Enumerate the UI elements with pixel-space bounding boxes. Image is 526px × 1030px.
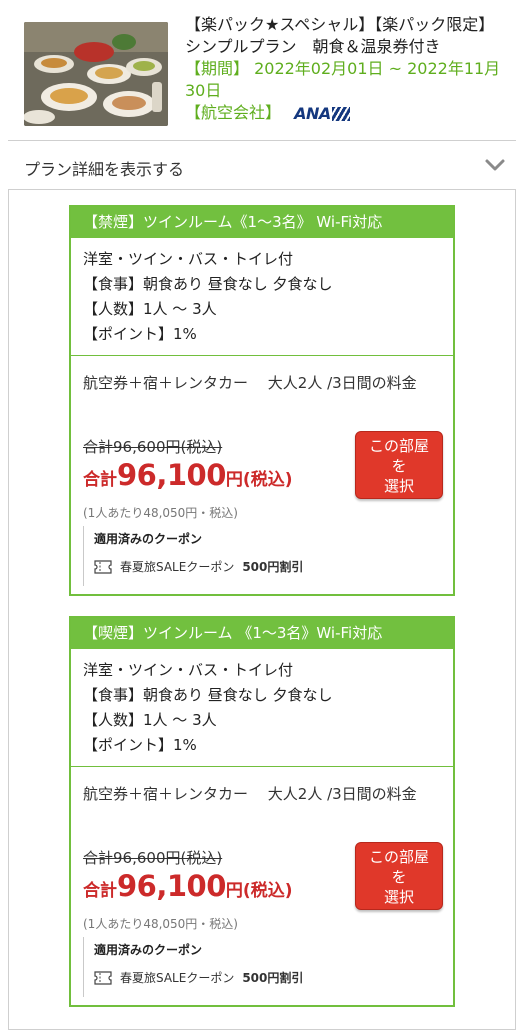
price-suffix: 円(税込) <box>225 881 293 901</box>
room-type: 洋室・ツイン・バス・トイレ付 <box>83 250 294 268</box>
coupon-row: 春夏旅SALEクーポン 500円割引 <box>94 558 443 575</box>
ana-logo-text: ANA <box>294 103 331 123</box>
coupon-title: 適用済みのクーポン <box>94 532 203 546</box>
room-meals: 【食事】朝食あり 昼食なし 夕食なし <box>83 686 333 704</box>
plan-photo[interactable] <box>24 22 168 126</box>
plan-details-toggle[interactable]: プラン詳細を表示する <box>8 140 516 190</box>
plan-title-block: 【楽パック★スペシャル】【楽パック限定】シンプルプラン 朝食＆温泉券付き 【期間… <box>185 14 505 125</box>
ana-stripes-icon <box>331 106 350 121</box>
select-room-button[interactable]: この部屋 を 選択 <box>355 842 443 910</box>
ana-logo: ANA <box>294 103 350 125</box>
chevron-down-icon <box>485 159 505 171</box>
room-info: 洋室・ツイン・バス・トイレ付 【食事】朝食あり 昼食なし 夕食なし 【人数】1人… <box>71 649 453 767</box>
breakfast-buffet-photo <box>24 22 168 126</box>
room-capacity: 【人数】1人 〜 3人 <box>83 711 217 729</box>
ticket-icon <box>94 970 112 985</box>
plan-details-label: プラン詳細を表示する <box>24 160 185 179</box>
room-meals: 【食事】朝食あり 昼食なし 夕食なし <box>83 275 333 293</box>
room-card: 【禁煙】ツインルーム《1〜3名》 Wi-Fi対応 洋室・ツイン・バス・トイレ付 … <box>69 205 455 596</box>
price-value: 96,100 <box>117 458 226 492</box>
price-prefix: 合計 <box>83 881 117 901</box>
room-header: 【禁煙】ツインルーム《1〜3名》 Wi-Fi対応 <box>71 207 453 238</box>
discounted-price: 合計96,100円(税込) <box>83 869 292 903</box>
package-description: 航空券＋宿＋レンタカー 大人2人 /3日間の料金 <box>83 374 417 392</box>
select-button-line: を <box>391 457 407 475</box>
price-area: 航空券＋宿＋レンタカー 大人2人 /3日間の料金 合計96,600円(税込) 合… <box>71 767 453 1005</box>
room-info: 洋室・ツイン・バス・トイレ付 【食事】朝食あり 昼食なし 夕食なし 【人数】1人… <box>71 238 453 356</box>
applied-coupon: 適用済みのクーポン 春夏旅SALEクーポン 500円割引 <box>83 937 443 997</box>
applied-coupon: 適用済みのクーポン 春夏旅SALEクーポン 500円割引 <box>83 526 443 586</box>
coupon-row: 春夏旅SALEクーポン 500円割引 <box>94 969 443 986</box>
room-points: 【ポイント】1% <box>83 736 197 754</box>
price-suffix: 円(税込) <box>225 470 293 490</box>
original-price: 合計96,600円(税込) <box>83 849 223 867</box>
original-price: 合計96,600円(税込) <box>83 438 223 456</box>
price-value: 96,100 <box>117 869 226 903</box>
per-person-price: (1人あたり48,050円・税込) <box>83 917 238 931</box>
coupon-name: 春夏旅SALEクーポン <box>120 560 235 574</box>
select-button-line: 選択 <box>383 888 414 906</box>
ticket-icon <box>94 559 112 574</box>
room-type: 洋室・ツイン・バス・トイレ付 <box>83 661 294 679</box>
select-button-line: この部屋 <box>368 848 429 866</box>
room-card: 【喫煙】ツインルーム 《1〜3名》Wi-Fi対応 洋室・ツイン・バス・トイレ付 … <box>69 616 455 1007</box>
room-header: 【喫煙】ツインルーム 《1〜3名》Wi-Fi対応 <box>71 618 453 649</box>
select-room-button[interactable]: この部屋 を 選択 <box>355 431 443 499</box>
airline-row: 【航空会社】 ANA <box>185 102 505 125</box>
select-button-line: この部屋 <box>368 437 429 455</box>
airline-label: 【航空会社】 <box>185 103 282 122</box>
select-button-line: 選択 <box>383 477 414 495</box>
room-capacity: 【人数】1人 〜 3人 <box>83 300 217 318</box>
per-person-price: (1人あたり48,050円・税込) <box>83 506 238 520</box>
discounted-price: 合計96,100円(税込) <box>83 458 292 492</box>
plan-title[interactable]: 【楽パック★スペシャル】【楽パック限定】シンプルプラン 朝食＆温泉券付き <box>185 14 505 58</box>
price-prefix: 合計 <box>83 470 117 490</box>
coupon-title: 適用済みのクーポン <box>94 943 203 957</box>
package-description: 航空券＋宿＋レンタカー 大人2人 /3日間の料金 <box>83 785 417 803</box>
coupon-discount: 500円割引 <box>242 560 304 574</box>
room-points: 【ポイント】1% <box>83 325 197 343</box>
price-area: 航空券＋宿＋レンタカー 大人2人 /3日間の料金 合計96,600円(税込) 合… <box>71 356 453 594</box>
select-button-line: を <box>391 868 407 886</box>
plan-period: 【期間】 2022年02月01日 ~ 2022年11月30日 <box>185 59 501 100</box>
coupon-name: 春夏旅SALEクーポン <box>120 971 235 985</box>
plan-header: 【楽パック★スペシャル】【楽パック限定】シンプルプラン 朝食＆温泉券付き 【期間… <box>8 0 516 140</box>
coupon-discount: 500円割引 <box>242 971 304 985</box>
